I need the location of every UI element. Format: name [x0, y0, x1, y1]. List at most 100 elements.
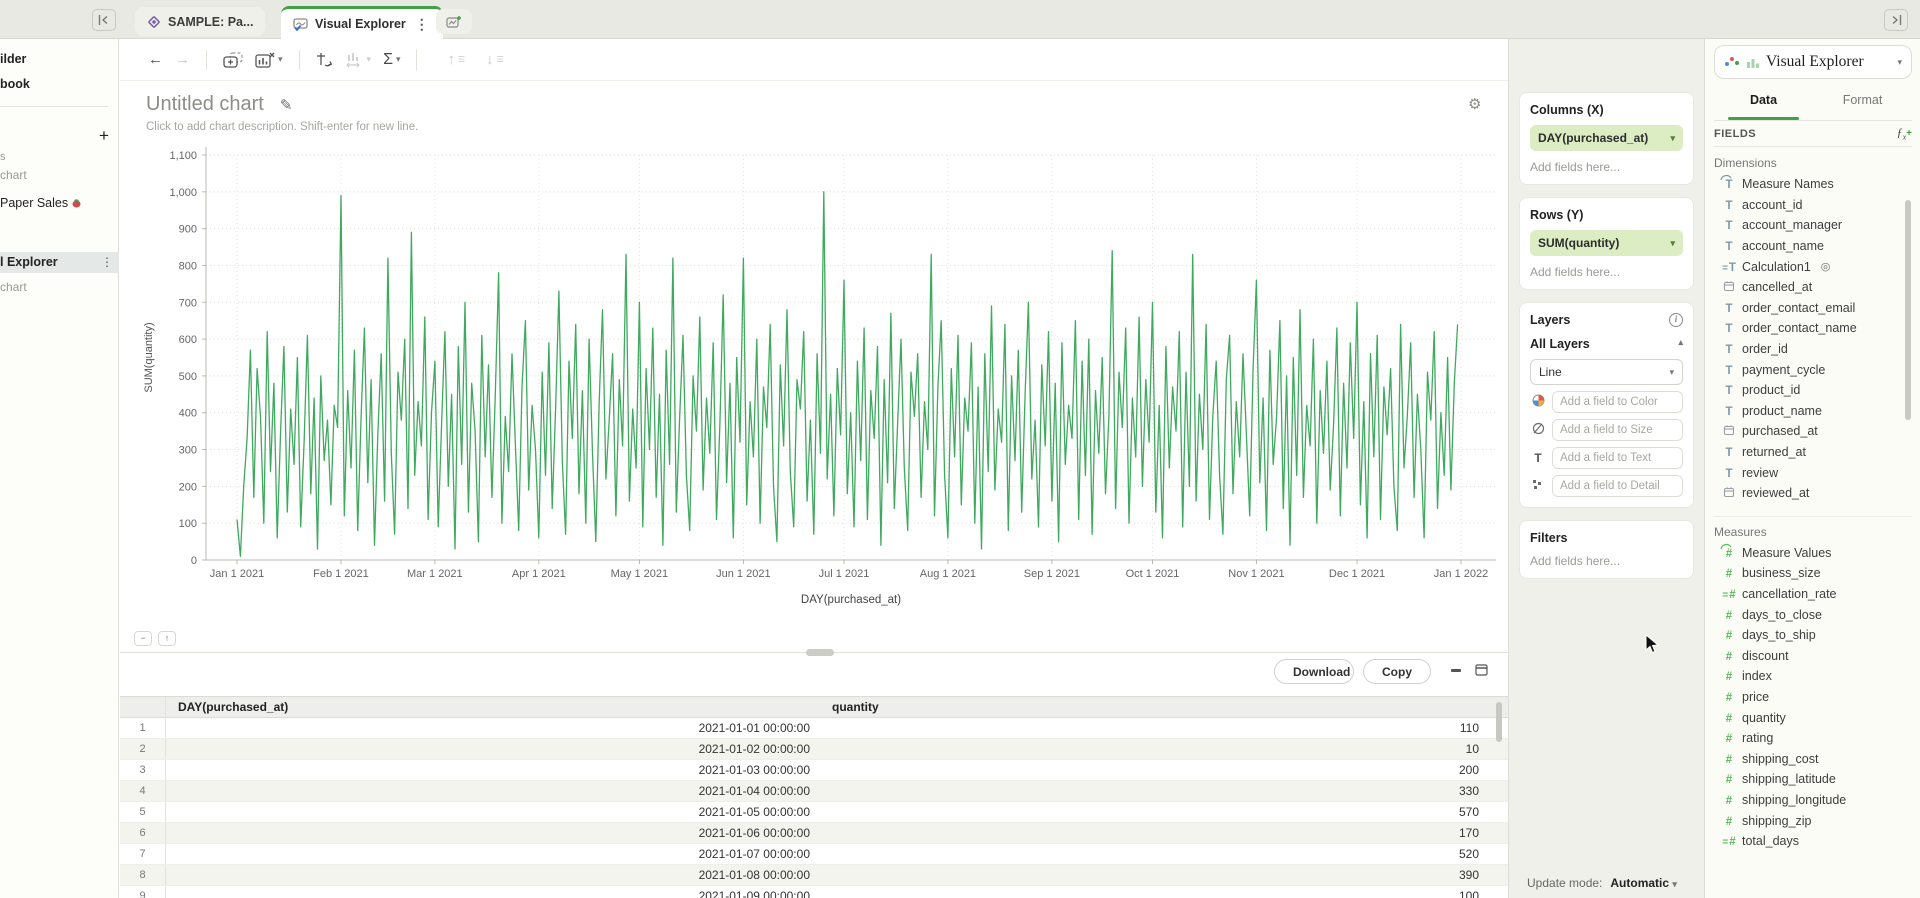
detail-field-input[interactable]: Add a field to Detail	[1552, 475, 1683, 497]
update-mode-select[interactable]: Automatic ▾	[1610, 876, 1677, 890]
svg-text:Mar 1 2021: Mar 1 2021	[407, 568, 463, 580]
color-field-input[interactable]: Add a field to Color	[1552, 391, 1683, 413]
table-row[interactable]: 12021-01-01 00:00:00110	[120, 718, 1513, 739]
clear-chart-type-button[interactable]: ▾	[249, 48, 289, 72]
field-item-discount[interactable]: #discount	[1714, 645, 1912, 666]
collapse-chart-icon[interactable]: −	[134, 631, 152, 646]
sidebar-item-kebab-icon[interactable]: ⋮	[101, 255, 113, 269]
sidebar-item-visual-explorer-selected[interactable]: l Explorer ⋮	[0, 252, 119, 273]
field-item-account-manager[interactable]: Taccount_manager	[1714, 215, 1912, 236]
undo-button[interactable]: ←	[142, 47, 169, 72]
field-item-order-id[interactable]: Torder_id	[1714, 339, 1912, 360]
field-item-measure-names[interactable]: TMeasure Names	[1714, 174, 1912, 195]
chart-settings-gear-icon[interactable]: ⚙	[1468, 95, 1481, 113]
field-item-review[interactable]: Treview	[1714, 462, 1912, 483]
add-element-button[interactable]	[217, 48, 249, 72]
field-item-shipping-zip[interactable]: #shipping_zip	[1714, 810, 1912, 831]
field-item-account-id[interactable]: Taccount_id	[1714, 195, 1912, 216]
field-item-purchased-at[interactable]: purchased_at	[1714, 421, 1912, 442]
field-item-cancelled-at[interactable]: cancelled_at	[1714, 277, 1912, 298]
fields-scrollbar[interactable]	[1905, 200, 1911, 420]
element-type-selector[interactable]: Visual Explorer ▾	[1714, 45, 1912, 79]
edit-title-pencil-icon[interactable]: ✎	[280, 96, 293, 114]
tab-sample-workbook[interactable]: SAMPLE: Pa...	[135, 7, 265, 36]
field-label: shipping_latitude	[1742, 772, 1836, 786]
tab-data[interactable]: Data	[1714, 79, 1813, 120]
tab-menu-kebab-icon[interactable]: ⋮	[413, 16, 431, 33]
sidebar-item-chart-1[interactable]: chart	[0, 168, 27, 182]
sidebar-item-workbook[interactable]: book	[0, 77, 30, 91]
chart-description-placeholder[interactable]: Click to add chart description. Shift-en…	[146, 121, 418, 133]
filters-add-fields[interactable]: Add fields here...	[1530, 554, 1683, 568]
field-item-shipping-longitude[interactable]: #shipping_longitude	[1714, 790, 1912, 811]
field-item-shipping-cost[interactable]: #shipping_cost	[1714, 748, 1912, 769]
field-item-product-id[interactable]: Tproduct_id	[1714, 380, 1912, 401]
field-item-payment-cycle[interactable]: Tpayment_cycle	[1714, 359, 1912, 380]
add-calculation-icon[interactable]: ƒx+	[1897, 125, 1912, 141]
sidebar-item-builder[interactable]: ilder	[0, 52, 26, 66]
new-exploration-button[interactable]	[436, 9, 472, 34]
redo-button[interactable]: →	[169, 47, 196, 72]
sidebar-item-paper-sales[interactable]: Paper Sales	[0, 196, 82, 210]
table-row[interactable]: 72021-01-07 00:00:00520	[120, 844, 1513, 865]
field-item-quantity[interactable]: #quantity	[1714, 707, 1912, 728]
table-scrollbar[interactable]	[1496, 702, 1502, 742]
collapse-layers-icon[interactable]: ▴	[1678, 337, 1683, 351]
field-item-days-to-ship[interactable]: #days_to_ship	[1714, 625, 1912, 646]
expand-panel-icon[interactable]	[1884, 9, 1908, 31]
chart-title[interactable]: Untitled chart	[146, 93, 264, 116]
field-item-days-to-close[interactable]: #days_to_close	[1714, 604, 1912, 625]
table-row[interactable]: 32021-01-03 00:00:00200	[120, 760, 1513, 781]
rows-field-pill[interactable]: SUM(quantity)▾	[1530, 230, 1683, 256]
text-field-input[interactable]: Add a field to Text	[1552, 447, 1683, 469]
collapse-sidebar-icon[interactable]	[92, 9, 116, 31]
expand-table-icon[interactable]	[1475, 664, 1488, 679]
size-field-input[interactable]: Add a field to Size	[1552, 419, 1683, 441]
aggregate-button[interactable]: Σ▾	[377, 47, 406, 73]
sidebar-item-chart-2[interactable]: chart	[0, 280, 27, 294]
layers-info-icon[interactable]: i	[1669, 313, 1683, 327]
pin-chart-icon[interactable]: ↑	[158, 631, 176, 646]
tab-visual-explorer[interactable]: Visual Explorer ⋮	[281, 6, 443, 39]
bin-histogram-button[interactable]: ▾	[340, 48, 378, 72]
minimize-table-icon[interactable]	[1450, 664, 1462, 679]
sort-descending-button[interactable]: ↓☰	[480, 47, 509, 72]
field-item-returned-at[interactable]: Treturned_at	[1714, 442, 1912, 463]
copy-button[interactable]: Copy	[1363, 659, 1431, 684]
rows-add-fields[interactable]: Add fields here...	[1530, 265, 1683, 279]
date-column-header[interactable]: DAY(purchased_at)	[166, 700, 820, 714]
field-item-order-contact-email[interactable]: Torder_contact_email	[1714, 298, 1912, 319]
field-item-cancellation-rate[interactable]: =#cancellation_rate	[1714, 584, 1912, 605]
table-row[interactable]: 42021-01-04 00:00:00330	[120, 781, 1513, 802]
table-row[interactable]: 92021-01-09 00:00:00100	[120, 886, 1513, 898]
field-item-total-days[interactable]: =#total_days	[1714, 831, 1912, 852]
field-item-business-size[interactable]: #business_size	[1714, 563, 1912, 584]
field-item-rating[interactable]: #rating	[1714, 728, 1912, 749]
table-row[interactable]: 22021-01-02 00:00:0010	[120, 739, 1513, 760]
field-item-order-contact-name[interactable]: Torder_contact_name	[1714, 318, 1912, 339]
columns-field-pill[interactable]: DAY(purchased_at)▾	[1530, 125, 1683, 151]
download-button[interactable]: Download	[1274, 659, 1354, 684]
quantity-column-header[interactable]: quantity	[820, 697, 1491, 717]
add-page-button[interactable]: +	[94, 126, 114, 146]
field-item-product-name[interactable]: Tproduct_name	[1714, 401, 1912, 422]
field-item-shipping-latitude[interactable]: #shipping_latitude	[1714, 769, 1912, 790]
table-row[interactable]: 52021-01-05 00:00:00570	[120, 802, 1513, 823]
table-row[interactable]: 62021-01-06 00:00:00170	[120, 823, 1513, 844]
sort-ascending-button[interactable]: ↑☰	[441, 47, 470, 72]
columns-add-fields[interactable]: Add fields here...	[1530, 160, 1683, 174]
field-item-account-name[interactable]: Taccount_name	[1714, 236, 1912, 257]
field-item-index[interactable]: #index	[1714, 666, 1912, 687]
result-table-toolbar: Download Copy	[120, 657, 1508, 691]
swap-axes-button[interactable]	[310, 48, 340, 72]
table-row[interactable]: 82021-01-08 00:00:00390	[120, 865, 1513, 886]
field-item-calculation1[interactable]: =TCalculation1◎	[1714, 256, 1912, 277]
field-item-price[interactable]: #price	[1714, 687, 1912, 708]
layer-type-select[interactable]: Line▾	[1530, 359, 1683, 385]
number-field-icon: #	[1722, 669, 1736, 683]
field-item-reviewed-at[interactable]: reviewed_at	[1714, 483, 1912, 504]
tab-format[interactable]: Format	[1813, 79, 1912, 120]
line-chart[interactable]: 01002003004005006007008009001,0001,100Ja…	[140, 139, 1520, 617]
field-item-measure-values[interactable]: #Measure Values	[1714, 543, 1912, 564]
splitter-drag-handle[interactable]	[806, 649, 834, 656]
